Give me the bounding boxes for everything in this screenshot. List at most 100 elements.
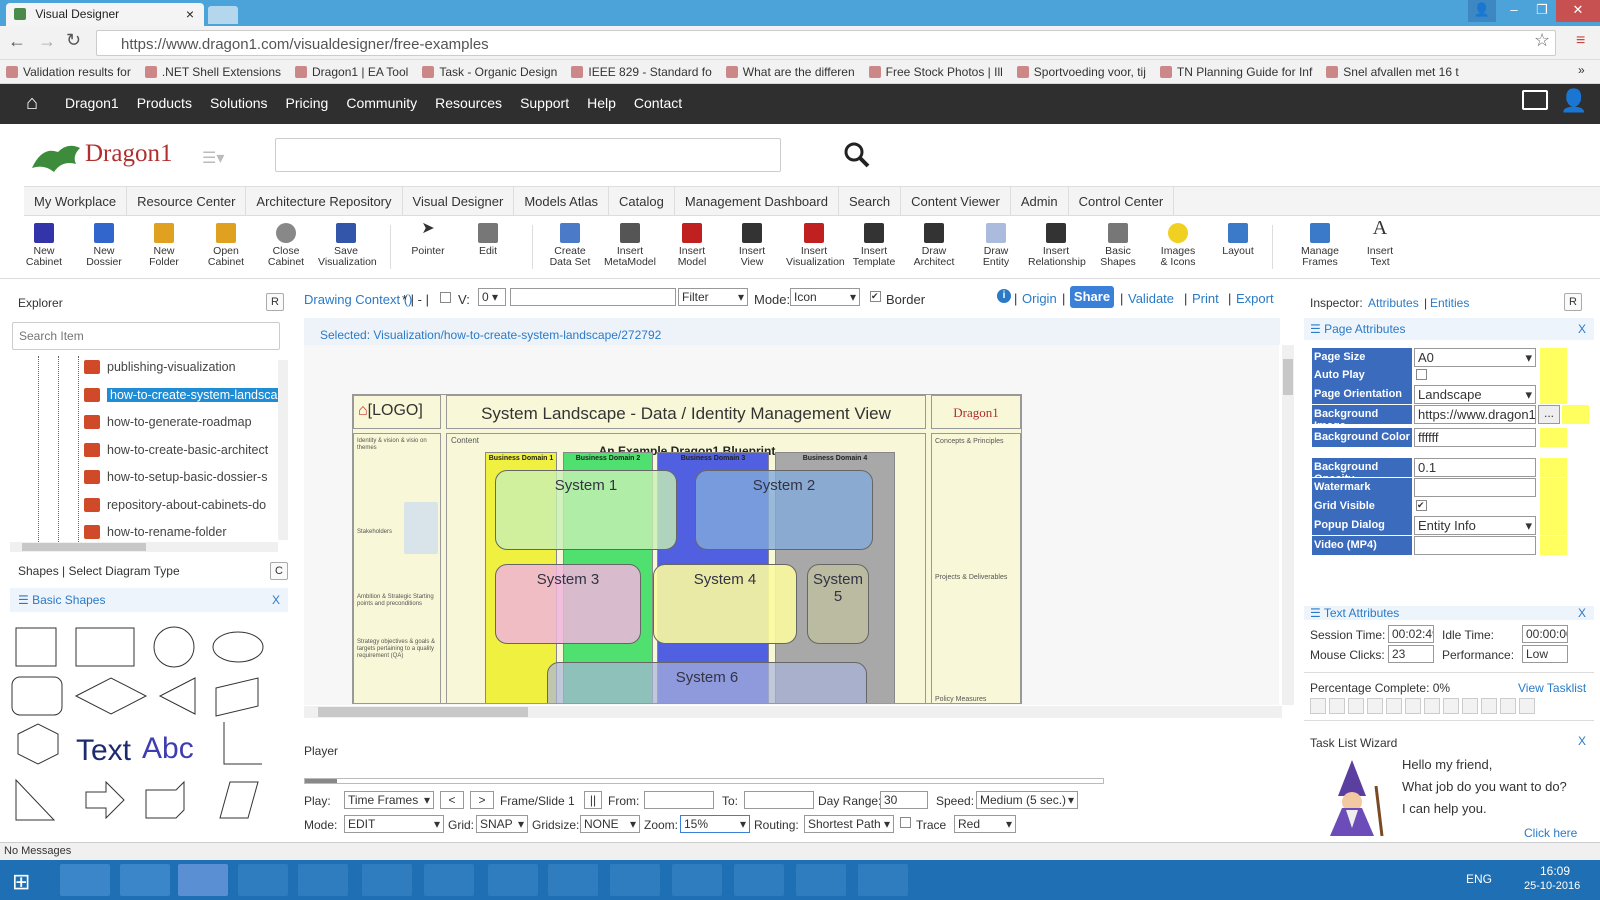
trace-color-select[interactable]: Red ▾ [954, 815, 1016, 833]
entities-link[interactable]: Entities [1430, 296, 1469, 310]
toolbar-button[interactable]: Layout [1210, 223, 1266, 257]
site-nav-item[interactable]: Resources [435, 95, 502, 111]
toolbar-button[interactable]: Insert Template [846, 223, 902, 268]
canvas-vscrollbar[interactable] [1282, 345, 1294, 705]
attr-value[interactable]: Landscape ▾ [1414, 385, 1536, 404]
main-nav-item[interactable]: Resource Center [127, 187, 247, 216]
toolbar-button[interactable]: Insert Relationship [1028, 223, 1086, 268]
attr-value[interactable]: 0.1 [1414, 458, 1536, 477]
tree-item[interactable]: how-to-create-system-landscape [84, 384, 280, 406]
drawing-context-link[interactable]: Drawing Context () [304, 292, 412, 307]
attr-value[interactable]: https://www.dragon1 [1414, 405, 1536, 424]
main-nav-item[interactable]: Admin [1011, 187, 1069, 216]
bookmark-item[interactable]: TN Planning Guide for Inf [1159, 60, 1312, 83]
wizard-close[interactable]: X [1578, 734, 1586, 748]
canvas-hscrollbar[interactable] [304, 706, 1282, 718]
home-icon[interactable]: ⌂ [26, 92, 38, 115]
language-indicator[interactable]: ENG [1466, 872, 1492, 886]
explorer-scrollbar[interactable] [278, 360, 288, 540]
context-checkbox[interactable] [440, 292, 451, 303]
close-tab-icon[interactable]: × [186, 6, 194, 22]
hamburger-icon[interactable]: ☰▾ [202, 148, 224, 168]
toolbar-button[interactable]: Insert MetaModel [602, 223, 658, 268]
border-checkbox[interactable]: ✔ [870, 291, 881, 302]
app-icon[interactable] [362, 864, 412, 896]
back-icon[interactable]: ← [8, 31, 26, 52]
bookmark-item[interactable]: Free Stock Photos | Ill [868, 60, 1003, 83]
validate-link[interactable]: Validate [1128, 291, 1174, 306]
main-nav-item[interactable]: Catalog [609, 187, 675, 216]
user-profile-icon[interactable]: 👤 [1560, 88, 1587, 114]
toolbar-button[interactable]: New Dossier [76, 223, 132, 268]
main-nav-item[interactable]: Control Center [1069, 187, 1175, 216]
share-button[interactable]: Share [1070, 286, 1114, 308]
toolbar-button[interactable]: New Folder [136, 223, 192, 268]
menu-icon[interactable]: ≡ [1576, 32, 1585, 50]
system-box[interactable]: System 6 [547, 662, 867, 703]
main-nav-item[interactable]: Content Viewer [901, 187, 1011, 216]
search-icon[interactable] [844, 142, 870, 171]
toolbar-button[interactable]: ➤ Pointer [400, 221, 456, 257]
basic-shapes-header[interactable]: ☰ Basic Shapes X [10, 588, 288, 612]
mode-select[interactable]: Icon ▾ [790, 288, 860, 306]
to-input[interactable] [744, 791, 814, 809]
system-box[interactable]: System 1 [495, 470, 677, 550]
origin-link[interactable]: Origin [1022, 291, 1057, 306]
tree-item[interactable]: how-to-generate-roadmap [84, 411, 252, 433]
text-attrs-close[interactable]: X [1578, 606, 1586, 620]
bookmark-item[interactable]: Dragon1 | EA Tool [295, 60, 408, 83]
attr-value[interactable]: ffffff [1414, 428, 1536, 447]
bookmark-item[interactable]: IEEE 829 - Standard fo [571, 60, 712, 83]
toolbar-button[interactable]: Draw Architect [906, 223, 962, 268]
toolbar-button[interactable]: Close Cabinet [258, 223, 314, 268]
dayrange-input[interactable]: 30 [880, 791, 928, 809]
main-nav-item[interactable]: My Workplace [24, 187, 128, 216]
player-progress[interactable] [304, 778, 1104, 784]
main-nav-item[interactable]: Visual Designer [403, 187, 515, 216]
attr-value[interactable] [1414, 478, 1536, 497]
play-select[interactable]: Time Frames ▾ [344, 791, 434, 809]
print-link[interactable]: Print [1192, 291, 1219, 306]
new-tab-button[interactable] [208, 6, 238, 24]
toolbar-button[interactable]: New Cabinet [16, 223, 72, 268]
edit-mode-select[interactable]: EDIT ▾ [344, 815, 444, 833]
site-search-input[interactable] [275, 138, 781, 172]
toolbar-button[interactable]: Edit [460, 223, 516, 257]
toolbar-button[interactable]: Basic Shapes [1090, 223, 1146, 268]
grid-select[interactable]: SNAP ▾ [476, 815, 528, 833]
site-nav-item[interactable]: Pricing [286, 95, 329, 111]
explorer-search-input[interactable] [12, 322, 280, 350]
main-nav-item[interactable]: Architecture Repository [246, 187, 403, 216]
text-attributes-header[interactable]: ☰ Text Attributes X [1304, 606, 1594, 620]
attr-checkbox[interactable]: ✔ [1416, 500, 1427, 511]
toolbar-button[interactable]: Open Cabinet [198, 223, 254, 268]
shape-abc-sample[interactable]: Abc [142, 732, 194, 765]
browser-tab[interactable]: Visual Designer × [6, 3, 204, 26]
gridsize-select[interactable]: NONE ▾ [580, 815, 640, 833]
site-nav-item[interactable]: Contact [634, 95, 682, 111]
page-attributes-header[interactable]: ☰ Page Attributes X [1304, 318, 1594, 340]
main-nav-item[interactable]: Models Atlas [514, 187, 610, 216]
tree-item[interactable]: how-to-setup-basic-dossier-s [84, 466, 267, 488]
powershell-icon[interactable] [120, 864, 170, 896]
site-nav-item[interactable]: Dragon1 [65, 95, 119, 111]
shape-text-sample[interactable]: Text [76, 734, 132, 767]
info-icon[interactable]: i [997, 289, 1011, 303]
system-box[interactable]: System 5 [807, 564, 869, 644]
pause-button[interactable]: || [584, 791, 602, 809]
user-icon[interactable]: 👤 [1468, 0, 1496, 22]
click-here-link[interactable]: Click here [1524, 826, 1577, 840]
restore-icon[interactable]: ❐ [1528, 0, 1556, 22]
main-nav-item[interactable]: Management Dashboard [675, 187, 839, 216]
view-tasklist-link[interactable]: View Tasklist [1518, 681, 1586, 695]
bookmark-item[interactable]: What are the differen [725, 60, 855, 83]
explorer-refresh-button[interactable]: R [266, 293, 284, 311]
attr-checkbox[interactable] [1416, 369, 1427, 380]
page-attrs-close[interactable]: X [1578, 322, 1586, 336]
attr-value[interactable] [1414, 536, 1536, 555]
bookmark-item[interactable]: .NET Shell Extensions [144, 60, 281, 83]
bookmark-item[interactable]: Task - Organic Design [422, 60, 557, 83]
main-nav-item[interactable]: Search [839, 187, 902, 216]
toolbar-button[interactable]: Insert Model [664, 223, 720, 268]
site-nav-item[interactable]: Help [587, 95, 616, 111]
